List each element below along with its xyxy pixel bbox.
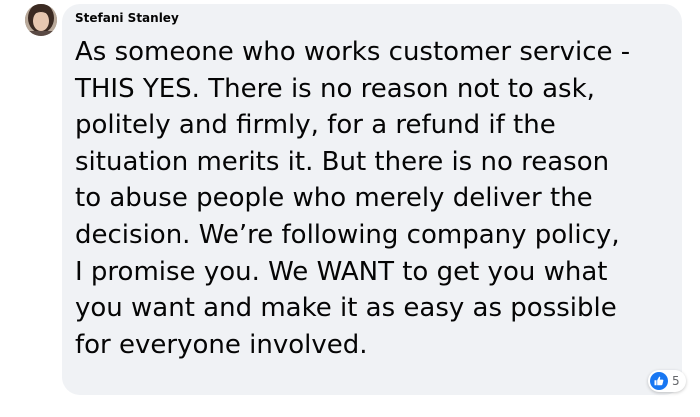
profile-photo — [25, 4, 57, 36]
reaction-summary[interactable]: 5 — [648, 370, 686, 392]
comment-author[interactable]: Stefani Stanley — [75, 11, 179, 25]
reaction-count: 5 — [672, 374, 680, 388]
comment-bubble: Stefani Stanley As someone who works cus… — [62, 4, 682, 395]
avatar[interactable] — [25, 4, 57, 36]
comment-text: As someone who works customer service - … — [75, 37, 631, 360]
like-icon — [650, 372, 668, 390]
